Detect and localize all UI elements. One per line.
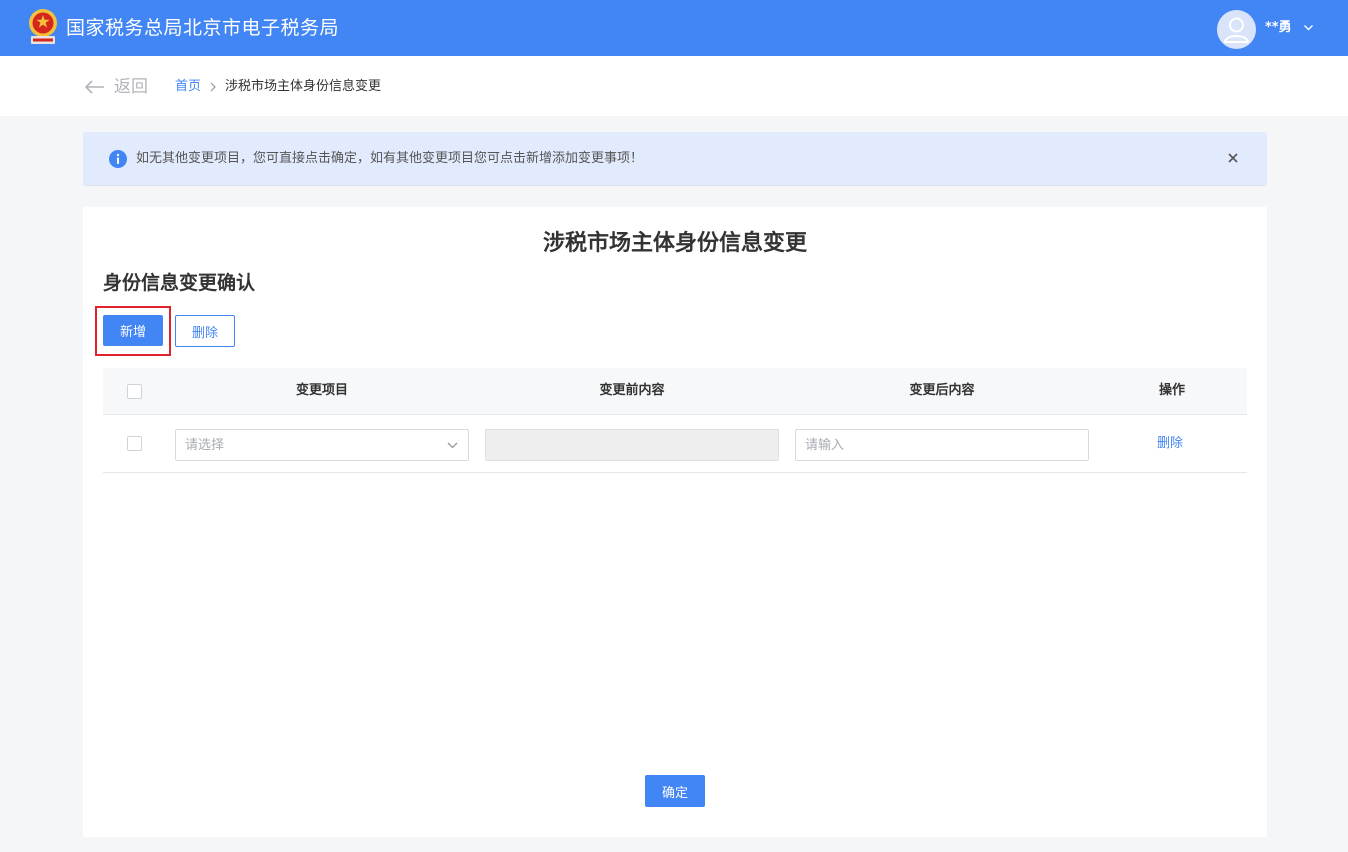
site-title: 国家税务总局北京市电子税务局 (66, 17, 340, 39)
add-button[interactable]: 新增 (103, 315, 163, 346)
column-header-action: 操作 (1158, 383, 1185, 398)
breadcrumb: 首页 涉税市场主体身份信息变更 (175, 78, 381, 96)
column-header-item: 变更项目 (295, 383, 348, 398)
info-icon (109, 150, 127, 168)
chevron-right-icon (210, 82, 216, 92)
user-silhouette-icon (1223, 17, 1250, 43)
select-all-checkbox[interactable] (127, 384, 142, 399)
back-arrow-icon (84, 80, 104, 94)
close-icon[interactable] (1227, 152, 1239, 164)
confirm-button[interactable]: 确定 (645, 775, 705, 807)
row-checkbox[interactable] (127, 436, 142, 451)
row-delete-link[interactable]: 删除 (1157, 434, 1183, 454)
chevron-down-icon (447, 442, 458, 449)
after-content-input[interactable] (795, 429, 1089, 461)
back-button[interactable]: 返回 (84, 75, 148, 99)
main-card: 涉税市场主体身份信息变更 身份信息变更确认 新增 删除 变更项目 变更前内容 变… (83, 207, 1267, 837)
change-item-select[interactable]: 请选择 (175, 429, 469, 461)
breadcrumb-current: 涉税市场主体身份信息变更 (225, 79, 382, 94)
page-title: 涉税市场主体身份信息变更 (542, 231, 807, 256)
delete-button[interactable]: 删除 (175, 315, 235, 347)
notice-text: 如无其他变更项目，您可直接点击确定，如有其他变更项目您可点击新增添加变更事项！ (136, 151, 644, 166)
before-content-field (485, 429, 779, 461)
chevron-down-icon[interactable] (1303, 22, 1314, 33)
tax-emblem-icon (29, 9, 57, 44)
column-header-before: 变更前内容 (599, 383, 665, 398)
change-table: 变更项目 变更前内容 变更后内容 操作 请选择 删除 (103, 368, 1247, 473)
column-header-after: 变更后内容 (909, 383, 975, 398)
section-title: 身份信息变更确认 (103, 272, 256, 294)
notice-banner: 如无其他变更项目，您可直接点击确定，如有其他变更项目您可点击新增添加变更事项！ (83, 132, 1267, 186)
user-name[interactable]: **勇 (1265, 18, 1292, 38)
table-row: 请选择 删除 (103, 415, 1247, 473)
select-placeholder: 请选择 (185, 438, 225, 453)
breadcrumb-home-link[interactable]: 首页 (175, 78, 201, 96)
back-label: 返回 (114, 77, 148, 97)
table-header: 变更项目 变更前内容 变更后内容 操作 (103, 368, 1247, 415)
top-header: 国家税务总局北京市电子税务局 **勇 (0, 0, 1348, 56)
breadcrumb-bar: 返回 首页 涉税市场主体身份信息变更 (0, 56, 1348, 116)
user-avatar-icon[interactable] (1217, 10, 1256, 49)
